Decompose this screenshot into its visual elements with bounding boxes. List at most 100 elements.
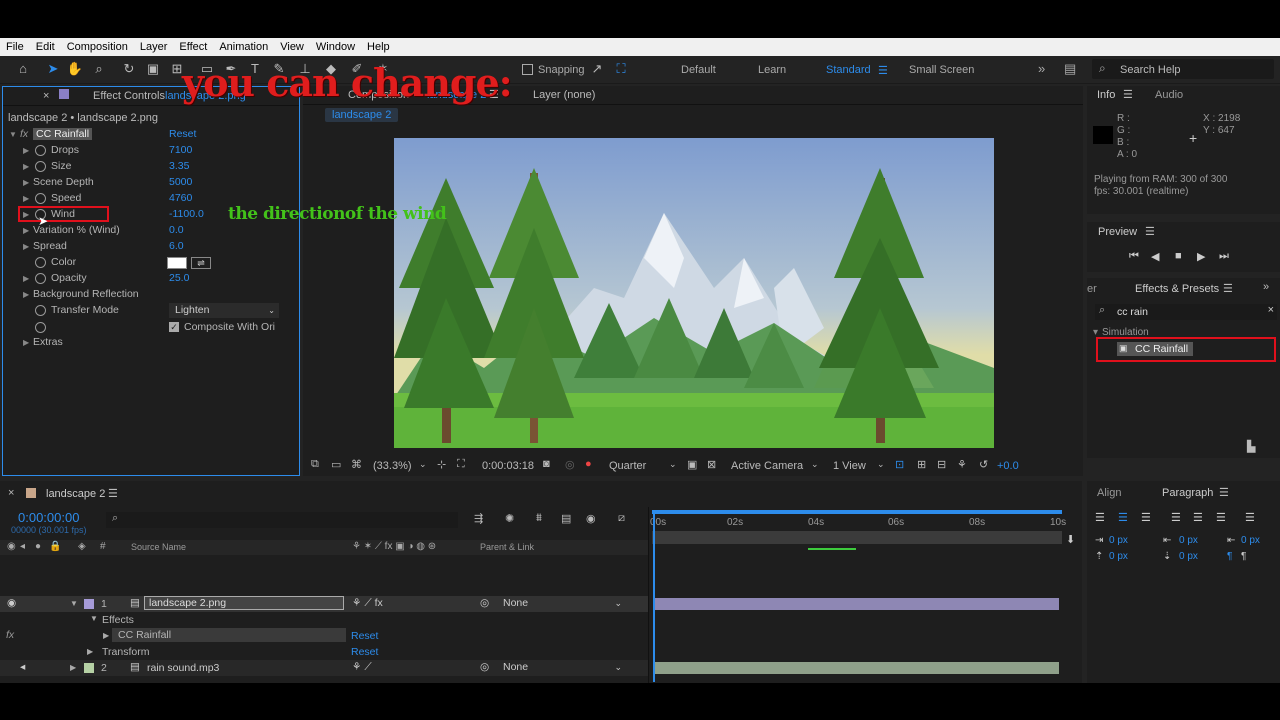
3d-view-icon[interactable]: ⊠ <box>707 458 716 471</box>
stopwatch-icon[interactable] <box>35 322 46 333</box>
zoom-tool-icon[interactable]: ⌕ <box>90 60 108 78</box>
justify-all-icon[interactable]: ☰ <box>1245 511 1255 524</box>
mask-icon[interactable]: ⌘ <box>351 458 362 471</box>
region-icon[interactable]: ⛶ <box>457 458 465 471</box>
panel-menu-icon[interactable]: ☰ <box>108 487 118 500</box>
stopwatch-icon[interactable] <box>35 257 46 268</box>
collapse-icon[interactable]: ▼ <box>70 599 78 608</box>
justify-right-icon[interactable]: ☰ <box>1216 511 1226 524</box>
menu-window[interactable]: Window <box>310 41 361 53</box>
expand-icon[interactable]: ▶ <box>23 194 29 203</box>
fx-icon[interactable]: fx <box>6 629 14 641</box>
timeline-effect-name[interactable]: CC Rainfall <box>112 628 346 642</box>
close-tab-icon[interactable]: × <box>8 487 14 499</box>
justify-center-icon[interactable]: ☰ <box>1193 511 1203 524</box>
fit-icon[interactable]: ⊹ <box>437 458 446 471</box>
indent-left-value[interactable]: 0 px <box>1109 535 1128 546</box>
timeline-search-input[interactable]: ⌕ <box>106 512 458 528</box>
align-left-icon[interactable]: ☰ <box>1095 511 1105 524</box>
parent-pickwhip-icon[interactable]: ◎ <box>480 597 489 609</box>
collapse-icon[interactable]: ▼ <box>9 130 17 139</box>
paragraph-tab[interactable]: Paragraph <box>1162 487 1213 499</box>
layer-1-bar[interactable] <box>653 598 1059 610</box>
info-tab[interactable]: Info <box>1097 89 1115 101</box>
show-snapshot-icon[interactable]: ◎ <box>565 458 575 471</box>
expand-icon[interactable]: ▶ <box>103 631 109 640</box>
expand-icon[interactable]: ▶ <box>23 338 29 347</box>
camera-tool-icon[interactable]: ▣ <box>144 60 162 78</box>
property-value[interactable]: 7100 <box>169 144 192 156</box>
snapping-checkbox[interactable] <box>522 64 533 75</box>
audio-column-icon[interactable]: ◂ <box>20 541 25 552</box>
color-swatch[interactable] <box>167 257 187 269</box>
last-frame-icon[interactable]: ⏭ <box>1219 250 1229 263</box>
menu-layer[interactable]: Layer <box>134 41 174 53</box>
stopwatch-icon[interactable] <box>35 145 46 156</box>
toggle-pixel-icon[interactable]: ⊡ <box>895 458 904 471</box>
composition-viewer-image[interactable] <box>394 138 994 448</box>
always-preview-icon[interactable]: ⧉ <box>311 458 319 471</box>
parent-pickwhip-icon[interactable]: ◎ <box>480 661 489 673</box>
expand-icon[interactable]: ▶ <box>70 663 76 672</box>
channel-icon[interactable]: ● <box>585 458 592 470</box>
eye-icon[interactable]: ◉ <box>7 597 16 609</box>
property-row[interactable]: ▶ Drops 7100 <box>3 143 301 159</box>
resolution-dropdown[interactable]: Quarter <box>609 460 646 472</box>
panel-menu-icon[interactable]: ☰ <box>1123 88 1133 101</box>
parent-dropdown[interactable]: None ⌄ <box>500 596 628 610</box>
solo-column-icon[interactable]: ● <box>35 541 41 552</box>
motion-blur-icon[interactable]: ◉ <box>586 512 596 525</box>
layer-switches-icons[interactable]: ⚘ ⟋ fx <box>352 597 383 610</box>
preview-tab[interactable]: Preview <box>1098 226 1137 238</box>
previous-frame-icon[interactable]: ◀ <box>1151 250 1159 263</box>
menu-help[interactable]: Help <box>361 41 396 53</box>
label-color-swatch[interactable] <box>84 663 94 673</box>
timeline-zoom-icon[interactable]: ⬇ <box>1066 533 1075 546</box>
label-color-swatch[interactable] <box>84 599 94 609</box>
selection-tool-icon[interactable]: ➤ <box>44 60 62 78</box>
indent-first-value[interactable]: 0 px <box>1179 535 1198 546</box>
transform-reset[interactable]: Reset <box>351 646 378 658</box>
property-row[interactable]: ▶ Extras <box>3 335 301 351</box>
property-value[interactable]: 25.0 <box>169 272 189 284</box>
align-tab[interactable]: Align <box>1097 487 1121 499</box>
source-name-header[interactable]: Source Name <box>131 542 186 552</box>
justify-left-icon[interactable]: ☰ <box>1171 511 1181 524</box>
property-value[interactable]: -1100.0 <box>169 208 204 220</box>
expand-icon[interactable]: ▶ <box>23 226 29 235</box>
property-value[interactable]: 4760 <box>169 192 192 204</box>
parent-link-header[interactable]: Parent & Link <box>480 542 534 552</box>
next-frame-icon[interactable]: ▶ <box>1197 250 1205 263</box>
property-row[interactable]: ▶ Opacity 25.0 <box>3 271 301 287</box>
more-panels-icon[interactable]: » <box>1263 281 1269 293</box>
indent-right-value[interactable]: 0 px <box>1241 535 1260 546</box>
monitor-icon[interactable]: ▭ <box>331 458 341 471</box>
menu-effect[interactable]: Effect <box>173 41 213 53</box>
layer-switches-icons[interactable]: ⚘ ⟋ <box>352 661 372 674</box>
more-workspaces-icon[interactable]: » <box>1038 61 1045 76</box>
comp-mini-flowchart-icon[interactable]: ⇶ <box>474 512 483 525</box>
playhead[interactable] <box>653 512 655 682</box>
effect-controls-tab[interactable]: Effect Controls <box>93 90 165 102</box>
workspace-small-screen[interactable]: Small Screen <box>909 64 974 76</box>
panel-menu-icon[interactable]: ☰ <box>1219 486 1229 499</box>
effects-group-row[interactable]: ▼ Effects <box>90 612 290 628</box>
label-column-icon[interactable]: ◈ <box>78 541 86 552</box>
transfer-mode-dropdown[interactable]: Lighten ⌄ <box>169 303 279 318</box>
reset-exposure-icon[interactable]: ↺ <box>979 458 988 471</box>
align-right-icon[interactable]: ☰ <box>1141 511 1151 524</box>
property-row[interactable]: ✓ Composite With Ori <box>3 319 301 335</box>
shy-layers-icon[interactable]: ⩩ <box>536 512 542 525</box>
snap-icon[interactable]: ↗ <box>588 60 606 78</box>
rotate-tool-icon[interactable]: ↻ <box>120 60 138 78</box>
speaker-icon[interactable]: ◂ <box>20 661 25 673</box>
transparency-grid-icon[interactable]: ▣ <box>687 458 697 471</box>
timeline-current-time[interactable]: 0:00:00:00 <box>18 510 79 525</box>
property-row[interactable]: ▶ Background Reflection <box>3 287 301 303</box>
layer-tab[interactable]: Layer (none) <box>533 89 595 101</box>
exposure-value[interactable]: +0.0 <box>997 460 1019 472</box>
workspace-menu-icon[interactable]: ☰ <box>878 64 888 77</box>
property-value[interactable]: 3.35 <box>169 160 189 172</box>
menu-view[interactable]: View <box>274 41 310 53</box>
comp-pill[interactable]: landscape 2 <box>325 108 399 122</box>
